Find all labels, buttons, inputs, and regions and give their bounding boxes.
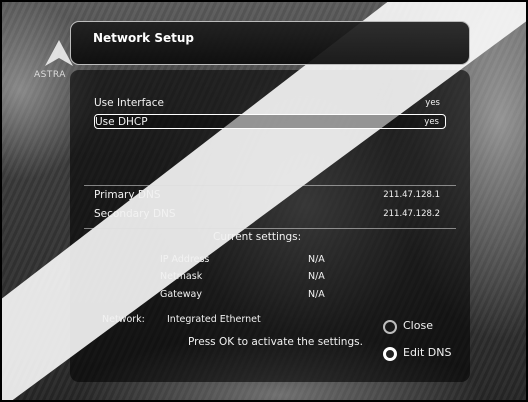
gateway-value: N/A <box>308 289 325 300</box>
network-label: Network: <box>102 314 145 325</box>
gateway-label: Gateway <box>160 289 202 300</box>
page-title: Network Setup <box>93 31 194 45</box>
divider <box>84 228 456 229</box>
edit-dns-button[interactable]: Edit DNS <box>383 346 455 362</box>
current-settings-heading: Current settings: <box>213 231 302 243</box>
setting-label: Secondary DNS <box>94 208 176 220</box>
setting-value: yes <box>424 117 439 127</box>
close-button[interactable]: Close <box>383 319 443 335</box>
close-circle-icon <box>383 320 397 334</box>
setting-primary-dns[interactable]: Primary DNS 211.47.128.1 <box>94 188 446 203</box>
setting-label: Primary DNS <box>94 189 161 201</box>
hint-text: Press OK to activate the settings. <box>188 336 363 348</box>
setting-value: 211.47.128.2 <box>383 209 440 219</box>
setting-use-interface[interactable]: Use Interface yes <box>94 96 446 111</box>
divider <box>84 185 456 186</box>
netmask-label: Netmask <box>160 271 203 282</box>
close-label: Close <box>403 319 433 332</box>
network-value: Integrated Ethernet <box>167 314 261 325</box>
edit-dns-circle-icon <box>383 347 397 361</box>
setting-label: Use Interface <box>94 97 164 109</box>
netmask-value: N/A <box>308 271 325 282</box>
setting-label: Use DHCP <box>95 116 148 128</box>
header-bar: Network Setup <box>70 21 470 65</box>
setting-use-dhcp[interactable]: Use DHCP yes <box>94 114 446 129</box>
ip-address-label: IP Address <box>160 254 210 265</box>
ip-address-value: N/A <box>308 254 325 265</box>
setting-value: 211.47.128.1 <box>383 190 440 200</box>
tv-screen: ASTRA Network Setup Use Interface yes Us… <box>0 0 528 402</box>
setting-secondary-dns[interactable]: Secondary DNS 211.47.128.2 <box>94 207 446 222</box>
logo-text: ASTRA <box>34 70 66 80</box>
setting-value: yes <box>425 98 440 108</box>
edit-dns-label: Edit DNS <box>403 346 452 359</box>
